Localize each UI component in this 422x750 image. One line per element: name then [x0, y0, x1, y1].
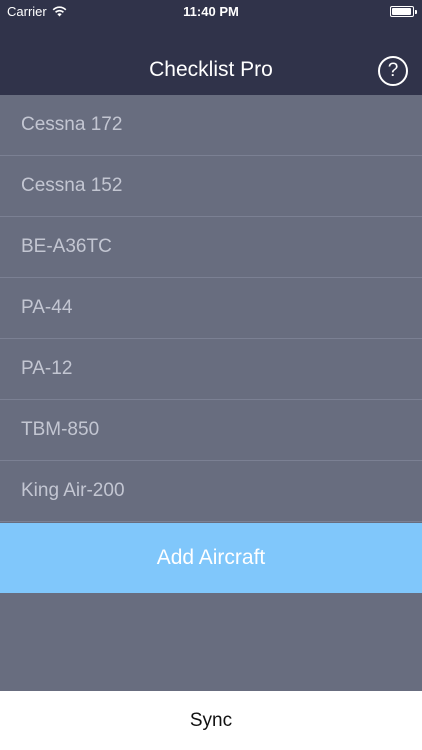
list-item-aircraft[interactable]: King Air-200	[0, 461, 422, 522]
help-button[interactable]: ?	[378, 56, 408, 86]
add-aircraft-button[interactable]: Add Aircraft	[0, 523, 422, 593]
list-item-aircraft[interactable]: BE-A36TC	[0, 217, 422, 278]
status-bar: Carrier 11:40 PM	[0, 0, 422, 24]
list-item-aircraft[interactable]: TBM-850	[0, 400, 422, 461]
sync-button[interactable]: Sync	[0, 691, 422, 750]
aircraft-list: Cessna 172 Cessna 152 BE-A36TC PA-44 PA-…	[0, 95, 422, 522]
page-title: Checklist Pro	[149, 58, 273, 81]
list-item-aircraft[interactable]: Cessna 172	[0, 95, 422, 156]
list-item-aircraft[interactable]: Cessna 152	[0, 156, 422, 217]
status-time: 11:40 PM	[183, 4, 239, 19]
list-item-aircraft[interactable]: PA-44	[0, 278, 422, 339]
nav-bar: Checklist Pro ?	[0, 24, 422, 95]
list-item-aircraft[interactable]: PA-12	[0, 339, 422, 400]
battery-fill	[392, 8, 411, 15]
battery-icon	[390, 6, 417, 17]
